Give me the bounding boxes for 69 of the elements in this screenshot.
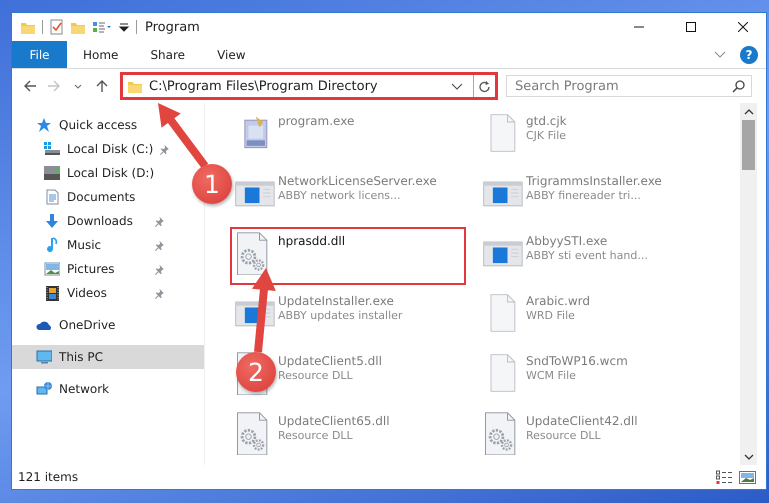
customize-toolbar-icon xyxy=(118,21,130,33)
maximize-icon xyxy=(686,22,696,32)
sidebar-item[interactable]: Quick access xyxy=(12,113,144,137)
music-note-icon xyxy=(44,237,60,253)
sidebar-item[interactable]: Network xyxy=(12,377,116,401)
file-type: ABBY updates installer xyxy=(278,309,402,322)
item-count: 121 items xyxy=(18,470,80,484)
file-type: WCM File xyxy=(526,369,577,382)
scroll-down-icon xyxy=(744,454,754,460)
file-type: ABBY sti event hand... xyxy=(526,249,648,262)
file-menu-button[interactable]: File xyxy=(12,41,67,68)
ribbon-tab[interactable]: Home xyxy=(67,41,134,68)
forward-icon xyxy=(47,79,61,93)
properties-icon xyxy=(49,19,64,35)
file-name[interactable]: UpdateInstaller.exe xyxy=(278,294,402,308)
drive-icon xyxy=(44,141,60,157)
scroll-up-icon xyxy=(744,108,754,114)
film-icon xyxy=(44,285,60,301)
sidebar-item[interactable]: Local Disk (C:) xyxy=(12,137,172,161)
expand-ribbon-icon xyxy=(714,50,726,58)
document-icon xyxy=(44,189,60,205)
caret-icon xyxy=(451,82,463,90)
file-name[interactable]: program.exe xyxy=(278,114,354,128)
callout-arrow xyxy=(158,103,208,168)
file-name[interactable]: UpdateClient65.dll xyxy=(278,414,390,428)
file-name[interactable]: NetworkLicenseServer.exe xyxy=(278,174,437,188)
sidebar-item[interactable]: Local Disk (D:) xyxy=(12,161,160,185)
file-type: CJK File xyxy=(526,129,567,142)
details-view-icon xyxy=(716,470,733,484)
file-type: Resource DLL xyxy=(278,429,354,442)
file-type: WRD File xyxy=(526,309,576,322)
file-name[interactable]: Arabic.wrd xyxy=(526,294,590,308)
network-icon xyxy=(36,381,52,397)
sidebar-item[interactable]: Downloads xyxy=(12,209,172,233)
file-name[interactable]: hprasdd.dll xyxy=(278,234,346,248)
star-icon xyxy=(36,117,52,133)
search-field[interactable]: Search Program xyxy=(506,75,752,97)
file-type: Resource DLL xyxy=(278,369,354,382)
monitor-icon xyxy=(36,349,52,365)
sidebar-item[interactable]: Pictures xyxy=(12,257,172,281)
address-bar[interactable]: C:\Program Files\Program Directory xyxy=(120,72,498,100)
up-icon xyxy=(95,79,109,93)
sidebar-item[interactable]: Documents xyxy=(12,185,142,209)
file-name[interactable]: AbbyySTI.exe xyxy=(526,234,648,248)
close-icon xyxy=(738,22,748,32)
file-name[interactable]: SndToWP16.wcm xyxy=(526,354,628,368)
help-button[interactable]: ? xyxy=(740,46,758,64)
window-title: Program xyxy=(145,20,201,34)
file-name[interactable]: UpdateClient5.dll xyxy=(278,354,382,368)
large-icons-view-icon xyxy=(739,470,756,484)
sidebar-item[interactable]: OneDrive xyxy=(12,313,122,337)
file-type: ABBY finereader tri... xyxy=(526,189,642,202)
back-icon xyxy=(23,79,37,93)
scrollbar-thumb[interactable] xyxy=(742,120,755,170)
download-icon xyxy=(44,213,60,229)
picture-icon xyxy=(44,261,60,277)
file-name[interactable]: gtd.cjk xyxy=(526,114,567,128)
sidebar-item[interactable]: Videos xyxy=(12,281,172,305)
file-type: ABBY network licens... xyxy=(278,189,402,202)
ribbon-tab[interactable]: View xyxy=(201,41,262,68)
drive-icon xyxy=(44,165,60,181)
file-name[interactable]: UpdateClient42.dll xyxy=(526,414,638,428)
sidebar-item[interactable]: Music xyxy=(12,233,172,257)
file-name[interactable]: TrigrammsInstaller.exe xyxy=(526,174,662,188)
view-options-icon xyxy=(92,20,112,34)
file-type: Resource DLL xyxy=(526,429,602,442)
sidebar-item[interactable]: This PC xyxy=(12,345,204,369)
ribbon-tab[interactable]: Share xyxy=(134,41,202,68)
refresh-icon xyxy=(478,80,491,92)
